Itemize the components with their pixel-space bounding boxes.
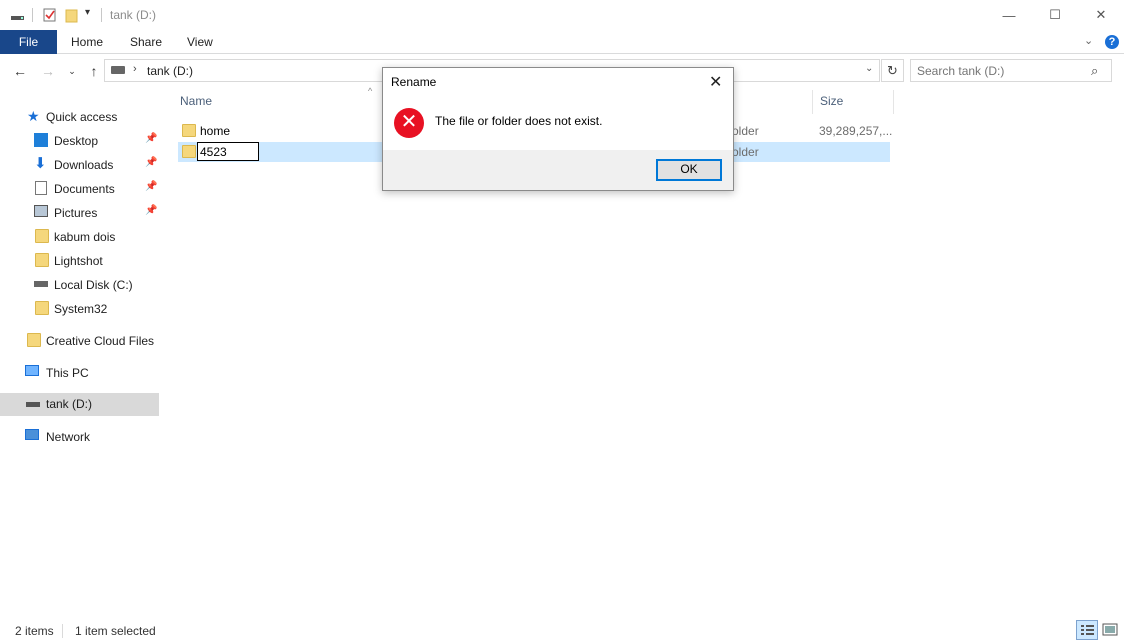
- ok-button[interactable]: OK: [656, 159, 722, 181]
- minimize-button[interactable]: —: [986, 0, 1032, 30]
- sidebar-item-kabum-dois[interactable]: kabum dois: [0, 226, 160, 248]
- pin-icon[interactable]: 📌: [145, 205, 157, 216]
- sidebar-item-label: Creative Cloud Files: [46, 334, 155, 348]
- sidebar-item-label: Network: [46, 430, 91, 444]
- tab-share[interactable]: Share: [116, 30, 176, 54]
- sort-ascending-icon: ^: [368, 86, 373, 96]
- pin-icon[interactable]: 📌: [145, 181, 157, 192]
- network-icon: [25, 429, 39, 440]
- file-size: 39,289,257,...: [819, 124, 893, 138]
- close-button[interactable]: ✕: [1078, 0, 1124, 30]
- pin-icon[interactable]: 📌: [145, 157, 157, 168]
- column-header-size[interactable]: Size: [820, 94, 843, 108]
- drive-icon: [34, 281, 48, 287]
- status-bar: 2 items 1 item selected: [0, 620, 1124, 642]
- sidebar-item-label: kabum dois: [54, 230, 116, 244]
- drive-icon: [26, 402, 40, 407]
- computer-icon: [25, 365, 39, 376]
- search-icon[interactable]: ⌕: [1091, 63, 1098, 79]
- details-view-icon[interactable]: [1076, 620, 1098, 640]
- selection-count: 1 item selected: [75, 624, 156, 638]
- navigation-pane: ★ Quick access Desktop 📌 ⬇ Downloads 📌 D…: [0, 96, 162, 616]
- divider: [62, 624, 63, 638]
- sidebar-item-pictures[interactable]: Pictures 📌: [0, 202, 160, 224]
- rename-error-dialog: Rename ✕ ✕ The file or folder does not e…: [382, 67, 734, 191]
- column-divider[interactable]: [893, 90, 894, 114]
- sidebar-item-system32[interactable]: System32: [0, 298, 160, 320]
- star-icon: ★: [27, 108, 40, 124]
- customize-toolbar-icon[interactable]: ▾: [85, 7, 90, 18]
- pin-icon[interactable]: 📌: [145, 133, 157, 144]
- sidebar-item-label: Documents: [54, 182, 115, 196]
- up-arrow-icon[interactable]: ↑: [85, 62, 103, 80]
- sidebar-item-downloads[interactable]: ⬇ Downloads 📌: [0, 154, 160, 176]
- recent-locations-icon[interactable]: ⌄: [63, 62, 81, 80]
- window-title: tank (D:): [110, 8, 157, 22]
- folder-shortcut-icon: [182, 124, 196, 137]
- title-bar: ▾ tank (D:) — ☐ ✕: [0, 0, 1124, 30]
- refresh-button[interactable]: ↻: [881, 59, 904, 82]
- properties-icon[interactable]: [42, 7, 58, 23]
- sidebar-item-tank[interactable]: tank (D:): [0, 393, 159, 416]
- forward-arrow-icon[interactable]: →: [39, 62, 57, 80]
- tab-file[interactable]: File: [0, 30, 57, 54]
- file-name: home: [200, 124, 231, 138]
- large-icons-view-icon[interactable]: [1100, 620, 1120, 640]
- folder-icon: [35, 301, 49, 315]
- creative-cloud-icon: [27, 333, 41, 347]
- sidebar-item-network[interactable]: Network: [0, 426, 160, 448]
- search-input[interactable]: [917, 62, 1087, 80]
- sidebar-item-label: Quick access: [46, 110, 118, 124]
- sidebar-item-documents[interactable]: Documents 📌: [0, 178, 160, 200]
- divider: [101, 8, 102, 22]
- rename-input[interactable]: [197, 142, 259, 161]
- search-box: ⌕: [910, 59, 1112, 82]
- sidebar-item-label: Downloads: [54, 158, 114, 172]
- sidebar-item-label: Desktop: [54, 134, 99, 148]
- folder-icon: [35, 253, 49, 267]
- folder-icon: [35, 229, 49, 243]
- sidebar-item-label: System32: [54, 302, 108, 316]
- desktop-icon: [34, 133, 48, 147]
- help-icon[interactable]: ?: [1105, 35, 1119, 49]
- column-header-name[interactable]: Name: [180, 94, 212, 108]
- dialog-title: Rename: [391, 75, 437, 89]
- expand-ribbon-icon[interactable]: ⌄: [1084, 34, 1093, 47]
- breadcrumb-separator[interactable]: ›: [133, 63, 137, 75]
- divider: [32, 8, 33, 22]
- download-arrow-icon: ⬇: [34, 155, 47, 172]
- pictures-icon: [34, 205, 48, 217]
- error-icon: ✕: [394, 108, 424, 138]
- dialog-message: The file or folder does not exist.: [435, 114, 603, 128]
- sidebar-item-label: Lightshot: [54, 254, 103, 268]
- sidebar-item-desktop[interactable]: Desktop 📌: [0, 130, 160, 152]
- sidebar-item-creative-cloud[interactable]: Creative Cloud Files: [0, 330, 160, 352]
- tab-view[interactable]: View: [173, 30, 227, 54]
- maximize-button[interactable]: ☐: [1032, 0, 1078, 30]
- ribbon-tabs: File Home Share View ⌄ ?: [0, 30, 1124, 54]
- sidebar-item-label: Local Disk (C:): [54, 278, 133, 292]
- drive-icon[interactable]: [10, 7, 26, 23]
- address-dropdown-icon[interactable]: ⌄: [865, 63, 873, 74]
- file-type: older: [732, 124, 759, 138]
- dialog-body: Rename ✕ ✕ The file or folder does not e…: [383, 68, 733, 150]
- breadcrumb-tank[interactable]: tank (D:): [147, 64, 193, 78]
- sidebar-item-label: Pictures: [54, 206, 98, 220]
- sidebar-item-this-pc[interactable]: This PC: [0, 362, 160, 384]
- drive-icon: [111, 66, 125, 74]
- new-folder-icon[interactable]: [64, 7, 80, 23]
- back-arrow-icon[interactable]: ←: [11, 62, 29, 80]
- dialog-close-button[interactable]: ✕: [709, 72, 722, 92]
- column-divider[interactable]: [812, 90, 813, 114]
- sidebar-item-local-disk[interactable]: Local Disk (C:): [0, 274, 160, 296]
- documents-icon: [35, 181, 47, 195]
- sidebar-item-quick-access[interactable]: ★ Quick access: [0, 106, 160, 128]
- item-count: 2 items: [15, 624, 54, 638]
- folder-icon: [182, 145, 196, 158]
- sidebar-item-label: tank (D:): [46, 397, 93, 411]
- sidebar-item-lightshot[interactable]: Lightshot: [0, 250, 160, 272]
- sidebar-item-label: This PC: [46, 366, 89, 380]
- tab-home[interactable]: Home: [57, 30, 117, 54]
- file-type: older: [732, 145, 759, 159]
